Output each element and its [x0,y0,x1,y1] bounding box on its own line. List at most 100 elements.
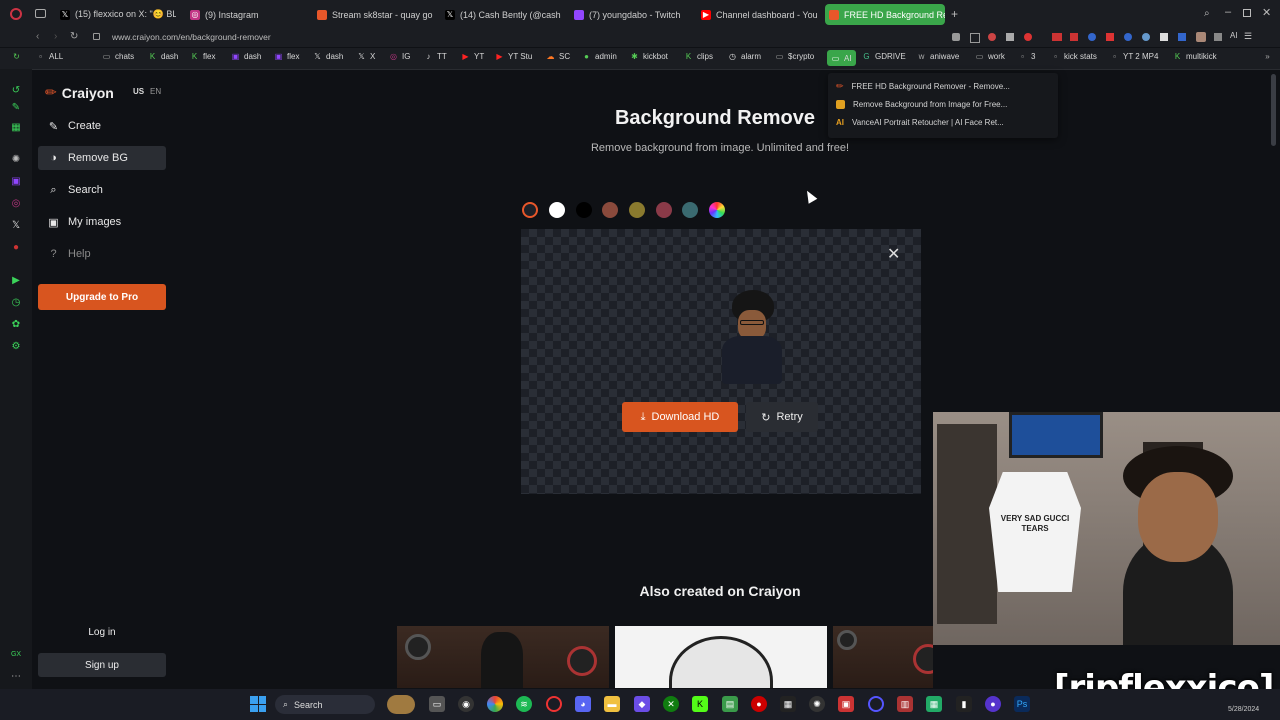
bookmark-item[interactable]: ✱ kickbot [630,52,668,61]
swatch-white[interactable] [549,202,565,218]
dropdown-item[interactable]: AI VanceAI Portrait Retoucher | AI Face … [836,118,1004,127]
bookmark-item[interactable]: ◎ IG [389,52,410,61]
history-icon[interactable]: ↺ [9,83,23,97]
bookmark-item[interactable]: ▭ chats [102,52,134,61]
instagram-icon[interactable]: ◎ [9,196,23,210]
app-icon[interactable]: ◆ [634,696,650,712]
browser-tab[interactable]: 𝕏 (15) flexxico on X: "😊 BL [56,4,176,25]
task-view-icon[interactable]: ▭ [429,696,445,712]
bookmark-item[interactable]: G GDRIVE [862,52,905,61]
swatch-custom-color[interactable] [709,202,725,218]
xbox-icon[interactable]: ✕ [663,696,679,712]
spotify-icon[interactable]: ≋ [516,696,532,712]
bookmark-item[interactable]: Kflex [190,52,216,61]
app-icon[interactable]: ▣ [838,696,854,712]
avatar[interactable] [1196,32,1206,42]
app-icon[interactable]: ▤ [722,696,738,712]
x-logo-icon[interactable]: 𝕏 [9,218,23,232]
bookmark-item[interactable]: Kdash [148,52,179,61]
bookmark-item[interactable]: ♪ TT [424,52,447,61]
gallery-image[interactable] [833,626,933,688]
forward-icon[interactable]: › [54,31,57,42]
signup-button[interactable]: Sign up [38,653,166,677]
bookmark-item[interactable]: ▭ work [975,52,1005,61]
back-icon[interactable]: ‹ [36,31,39,42]
app-icon[interactable] [868,696,884,712]
browser-tab-active[interactable]: FREE HD Background Rem [825,4,945,25]
streamlabs-icon[interactable]: ▦ [780,696,796,712]
nav-help[interactable]: ? Help [38,242,166,266]
bookmark-folder-ai[interactable]: ▭ AI [827,50,856,66]
nav-my-images[interactable]: ▣ My images [38,210,166,234]
bookmark-icon[interactable]: ↻ [12,52,21,61]
browser-tab[interactable]: 𝕏 (14) Cash Bently (@cashb [441,4,561,25]
extension-icon[interactable]: ● [9,240,23,254]
maximize-icon[interactable] [1243,9,1251,17]
gallery-image[interactable] [615,626,827,688]
reload-icon[interactable]: ↻ [70,31,78,42]
language-selector[interactable]: EN [150,87,161,96]
swatch-black[interactable] [576,202,592,218]
play-icon[interactable] [1006,33,1014,41]
chrome-icon[interactable] [487,696,503,712]
extension-icon[interactable] [1070,33,1078,41]
swatch-maroon[interactable] [656,202,672,218]
browser-tab[interactable]: ◎ (9) Instagram [186,4,306,25]
bookmark-item[interactable]: ▣ flex [274,52,300,61]
extensions-icon[interactable]: ✿ [9,317,23,331]
bookmark-item[interactable]: ▣ dash [231,52,262,61]
retry-button[interactable]: ↻ Retry [746,402,818,432]
kick-icon[interactable]: K [692,696,708,712]
tab-menu-icon[interactable] [35,9,46,18]
photoshop-icon[interactable]: Ps [1014,696,1030,712]
clock-icon[interactable]: ◷ [9,295,23,309]
bookmark-item[interactable]: ▭ $crypto [775,52,815,61]
menu-icon[interactable]: ☰ [1244,31,1252,42]
shield-icon[interactable] [988,33,996,41]
windows-start-icon[interactable] [250,696,266,712]
discord-icon[interactable]: ◕ [575,696,591,712]
bookmark-item[interactable]: ◷ alarm [728,52,761,61]
extension-icon[interactable] [1106,33,1114,41]
region-selector[interactable]: US [133,87,144,96]
audio-icon[interactable]: ▮ [956,696,972,712]
extension-icon[interactable] [1160,33,1168,41]
app-icon[interactable]: ▥ [897,696,913,712]
upgrade-button[interactable]: Upgrade to Pro [38,284,166,310]
settings-icon[interactable]: ⚙ [9,339,23,353]
messenger-icon[interactable]: ▦ [9,120,23,134]
opera-logo-icon[interactable] [10,8,22,20]
bookmark-item[interactable]: ▶ YT Stu [495,52,532,61]
bookmark-item[interactable]: Kclips [684,52,713,61]
search-highlight-icon[interactable] [387,695,415,714]
bookmark-item[interactable]: ● admin [582,52,617,61]
search-tabs-icon[interactable]: ⌕ [1204,8,1210,19]
extension-icon[interactable] [1142,33,1150,41]
extension-icon[interactable] [1052,33,1062,41]
bookmark-item[interactable]: ▫ YT 2 MP4 [1110,52,1158,61]
ai-icon[interactable]: AI [1230,31,1238,40]
url-field[interactable]: www.craiyon.com/en/background-remover [112,32,271,42]
bookmark-item[interactable]: 𝕏dash [313,52,343,61]
swatch-brown[interactable] [602,202,618,218]
download-icon[interactable] [1214,33,1222,41]
minimize-icon[interactable]: – [1225,6,1231,18]
bookmark-item[interactable]: ▶ YT [461,52,484,61]
app-icon[interactable]: ▦ [926,696,942,712]
swatch-olive[interactable] [629,202,645,218]
app-icon[interactable]: ● [985,696,1001,712]
close-icon[interactable]: ✕ [887,244,900,264]
extension-icon[interactable] [1088,33,1096,41]
login-link[interactable]: Log in [38,624,166,640]
opera-gx-icon[interactable] [546,696,562,712]
dropdown-item[interactable]: ✏ FREE HD Background Remover - Remove... [836,81,1010,92]
pencil-icon[interactable]: ✎ [9,100,23,114]
extension-icon[interactable] [952,33,960,41]
taskbar-search[interactable]: ⌕ Search [275,695,375,714]
nav-remove-bg[interactable]: ◑ Remove BG [38,146,166,170]
swatch-teal[interactable] [682,202,698,218]
browser-tab[interactable]: (7) youngdabo - Twitch [570,4,690,25]
twitch-icon[interactable]: ▣ [9,174,23,188]
new-tab-button[interactable]: + [951,7,958,21]
bookmark-item[interactable]: Kmultikick [1173,52,1217,61]
